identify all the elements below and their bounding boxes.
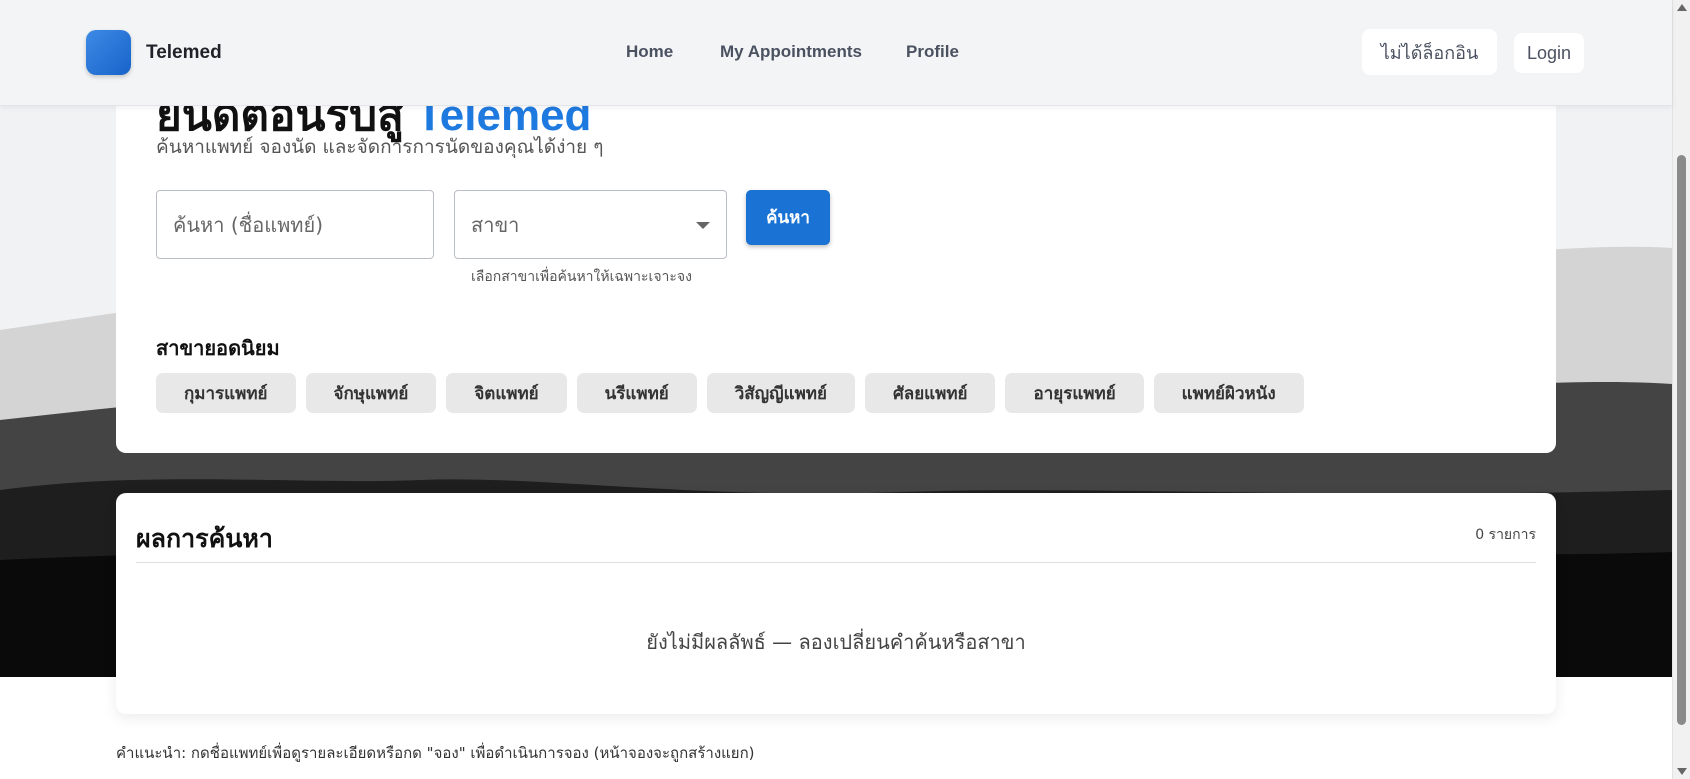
results-empty-message: ยังไม่มีผลลัพธ์ — ลองเปลี่ยนคำค้นหรือสาข…: [646, 630, 1026, 654]
top-navbar: Telemed Home My Appointments Profile ไม่…: [0, 0, 1672, 106]
scrollbar-thumb[interactable]: [1677, 155, 1686, 725]
results-count: 0 รายการ: [1475, 527, 1536, 543]
footer-hint: คำแนะนำ: กดชื่อแพทย์เพื่อดูรายละเอียดหรื…: [116, 744, 755, 762]
branch-tag[interactable]: จักษุแพทย์: [305, 373, 437, 413]
search-button[interactable]: ค้นหา: [746, 190, 830, 245]
login-status-chip: ไม่ได้ล็อกอิน: [1362, 29, 1497, 75]
page-scrollbar[interactable]: [1672, 0, 1690, 779]
branch-tag[interactable]: จิตแพทย์: [446, 373, 567, 413]
scroll-up-arrow-icon[interactable]: [1677, 4, 1687, 11]
search-panel: ยินดีต้อนรับสู่ Telemed ค้นหาแพทย์ จองนั…: [116, 60, 1556, 453]
branch-tag[interactable]: นรีแพทย์: [576, 373, 697, 413]
branch-tag[interactable]: ศัลยแพทย์: [864, 373, 996, 413]
welcome-subtitle: ค้นหาแพทย์ จองนัด และจัดการการนัดของคุณไ…: [156, 136, 604, 158]
nav-profile[interactable]: Profile: [906, 42, 959, 62]
results-title: ผลการค้นหา: [136, 524, 273, 553]
nav-my-appointments[interactable]: My Appointments: [720, 42, 862, 62]
results-panel: ผลการค้นหา 0 รายการ ยังไม่มีผลลัพธ์ — ลอ…: [116, 493, 1556, 714]
branch-select-label: สาขา: [471, 212, 520, 237]
brand-name[interactable]: Telemed: [146, 42, 222, 64]
scroll-down-arrow-icon[interactable]: [1677, 768, 1687, 775]
results-divider: [136, 562, 1536, 563]
branch-tag[interactable]: อายุรแพทย์: [1005, 373, 1144, 413]
popular-branches-title: สาขายอดนิยม: [156, 336, 280, 360]
branch-tag[interactable]: วิสัญญีแพทย์: [706, 373, 855, 413]
branch-helper-text: เลือกสาขาเพื่อค้นหาให้เฉพาะเจาะจง: [471, 269, 692, 285]
doctor-search-input[interactable]: ค้นหา (ชื่อแพทย์): [156, 190, 434, 259]
popular-branch-tags: กุมารแพทย์ จักษุแพทย์ จิตแพทย์ นรีแพทย์ …: [156, 373, 1304, 413]
chevron-down-icon: [696, 222, 710, 229]
app-logo-icon[interactable]: [86, 30, 131, 75]
login-button[interactable]: Login: [1514, 33, 1584, 73]
branch-tag[interactable]: กุมารแพทย์: [156, 373, 296, 413]
branch-select[interactable]: สาขา: [454, 190, 727, 259]
nav-home[interactable]: Home: [626, 42, 673, 62]
branch-tag[interactable]: แพทย์ผิวหนัง: [1153, 373, 1304, 413]
